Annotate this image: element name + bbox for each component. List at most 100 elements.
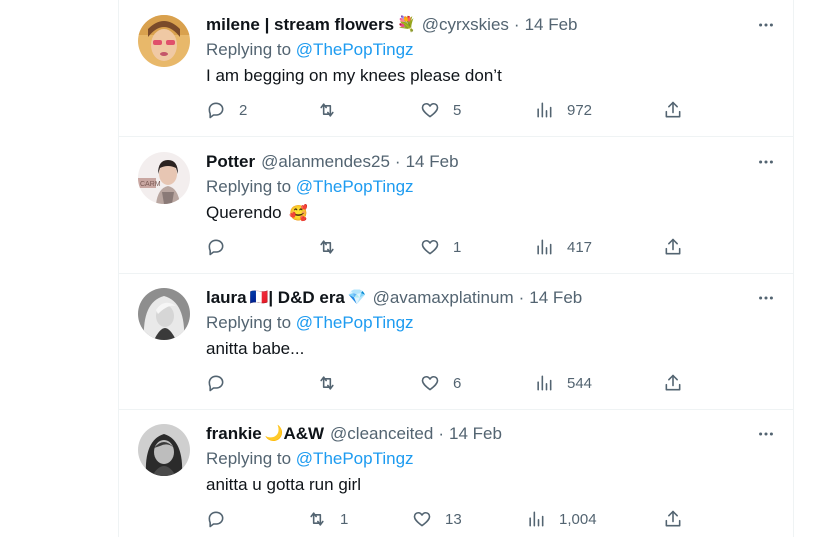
retweet-count: 1 [340, 510, 349, 528]
views-icon [537, 375, 552, 391]
like-button[interactable]: 13 [412, 508, 462, 530]
action-bar: 6 544 [206, 372, 686, 394]
share-button[interactable] [663, 236, 683, 258]
retweet-icon [320, 376, 334, 390]
timestamp[interactable]: 14 Feb [529, 286, 582, 310]
timestamp[interactable]: 14 Feb [406, 150, 459, 174]
reply-button[interactable]: 2 [206, 99, 247, 121]
share-button[interactable] [663, 99, 683, 121]
like-button[interactable]: 1 [420, 236, 461, 258]
user-handle[interactable]: @cleanceited [330, 422, 433, 446]
retweet-icon [320, 103, 334, 117]
like-count: 13 [445, 510, 462, 528]
more-icon[interactable] [753, 13, 779, 37]
display-name[interactable]: Potter [206, 150, 255, 174]
reply-icon [208, 511, 224, 528]
more-icon[interactable] [753, 422, 779, 446]
reply-icon [208, 239, 224, 256]
avatar[interactable] [138, 424, 190, 476]
replying-to-label: Replying to [206, 177, 292, 196]
display-name[interactable]: milene | stream flowers [206, 13, 394, 37]
replying-to-link[interactable]: @ThePopTingz [296, 177, 414, 196]
tweet-card[interactable]: milene | stream flowers 💐 @cyrxskies · 1… [119, 0, 793, 137]
views-button[interactable]: 417 [534, 236, 592, 258]
tweet-text: anitta babe... [206, 336, 781, 362]
tweet-card[interactable]: frankie 🌙 A&W @cleanceited · 14 Feb Repl… [119, 409, 793, 545]
svg-text:CARM: CARM [140, 181, 161, 188]
separator-dot: · [438, 424, 444, 443]
retweet-button[interactable] [317, 372, 350, 394]
views-count: 417 [567, 238, 593, 256]
timestamp[interactable]: 14 Feb [525, 13, 578, 37]
like-count: 6 [453, 374, 462, 392]
display-name-suffix[interactable]: | D&D era [268, 286, 345, 310]
avatar[interactable] [138, 15, 190, 67]
tweet-text-content: anitta babe... [206, 339, 305, 358]
share-icon [665, 510, 681, 527]
views-button[interactable]: 1,004 [526, 508, 597, 530]
reply-button[interactable] [206, 236, 239, 258]
timestamp[interactable]: 14 Feb [449, 422, 502, 446]
reply-icon [208, 102, 224, 119]
share-button[interactable] [663, 372, 683, 394]
tweet-card[interactable]: CARM Potter @alanmendes25 · 14 Feb Reply… [119, 137, 793, 274]
replying-to: Replying to @ThePopTingz [206, 174, 781, 200]
replying-to-link[interactable]: @ThePopTingz [296, 449, 414, 468]
like-button[interactable]: 6 [420, 372, 461, 394]
display-name-suffix[interactable]: A&W [283, 422, 324, 446]
retweet-button[interactable]: 1 [307, 508, 348, 530]
heart-icon [421, 102, 439, 118]
views-button[interactable]: 972 [534, 99, 592, 121]
replying-to-label: Replying to [206, 40, 292, 59]
views-count: 544 [567, 374, 593, 392]
tweet-card[interactable]: laura 🇫🇷 | D&D era 💎 @avamaxplatinum · 1… [119, 273, 793, 410]
avatar[interactable]: CARM [138, 152, 190, 204]
replying-to: Replying to @ThePopTingz [206, 310, 781, 336]
tweet-header: Potter @alanmendes25 · 14 Feb [206, 150, 781, 174]
replying-to: Replying to @ThePopTingz [206, 446, 781, 472]
share-icon [665, 101, 681, 118]
reply-button[interactable] [206, 372, 239, 394]
views-icon [537, 239, 552, 255]
tweet-header: frankie 🌙 A&W @cleanceited · 14 Feb [206, 422, 781, 446]
replying-to-link[interactable]: @ThePopTingz [296, 313, 414, 332]
retweet-button[interactable] [317, 236, 350, 258]
more-icon[interactable] [753, 286, 779, 310]
replying-to-label: Replying to [206, 313, 292, 332]
views-button[interactable]: 544 [534, 372, 592, 394]
separator-dot: · [518, 288, 525, 307]
like-button[interactable]: 5 [420, 99, 461, 121]
replying-to: Replying to @ThePopTingz [206, 37, 781, 63]
retweet-button[interactable] [317, 99, 350, 121]
display-name[interactable]: frankie [206, 422, 262, 446]
user-handle[interactable]: @alanmendes25 [261, 150, 390, 174]
heart-icon [413, 511, 431, 527]
heart-icon [421, 239, 439, 255]
france-flag-emoji: 🇫🇷 [249, 289, 269, 306]
views-icon [529, 511, 544, 527]
share-button[interactable] [663, 508, 683, 530]
reply-thread: milene | stream flowers 💐 @cyrxskies · 1… [118, 0, 794, 537]
moon-emoji: 🌙 [264, 425, 284, 442]
display-name[interactable]: laura [206, 286, 247, 310]
avatar[interactable] [138, 288, 190, 340]
views-count: 972 [567, 101, 593, 119]
gem-emoji: 💎 [347, 289, 367, 306]
tweet-text-content: anitta u gotta run girl [206, 475, 361, 494]
user-handle[interactable]: @cyrxskies [422, 13, 509, 37]
tweet-text-content: Querendo [206, 203, 282, 222]
tweet-text: Querendo 🥰 [206, 200, 781, 226]
views-count: 1,004 [559, 510, 597, 528]
views-icon [537, 102, 552, 118]
separator-dot: · [394, 152, 401, 171]
tweet-text: anitta u gotta run girl [206, 472, 781, 498]
action-bar: 2 5 972 [206, 99, 686, 121]
reply-button[interactable] [206, 508, 239, 530]
tweet-text: I am begging on my knees please don’t [206, 63, 781, 89]
share-icon [665, 238, 681, 255]
action-bar: 1 13 1,004 [206, 508, 686, 530]
like-count: 1 [453, 238, 462, 256]
user-handle[interactable]: @avamaxplatinum [373, 286, 514, 310]
more-icon[interactable] [753, 150, 779, 174]
replying-to-link[interactable]: @ThePopTingz [296, 40, 414, 59]
